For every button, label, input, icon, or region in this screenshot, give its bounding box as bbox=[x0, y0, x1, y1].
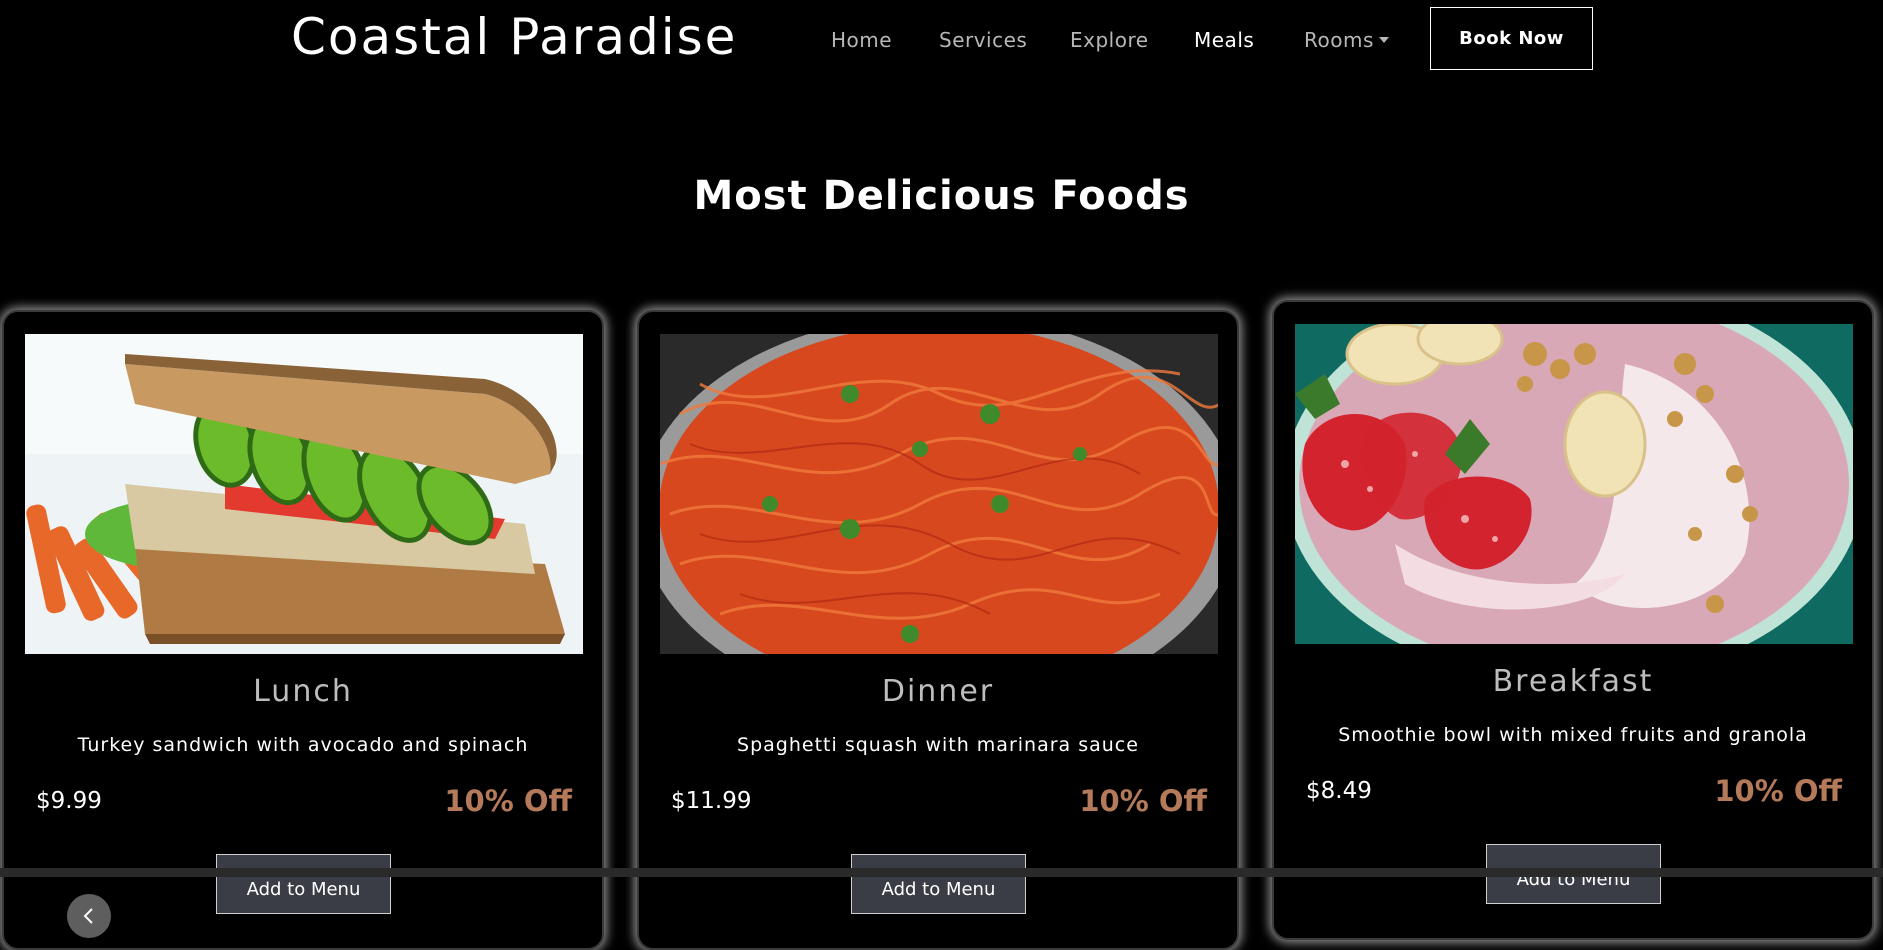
card-price: $8.49 bbox=[1306, 778, 1372, 804]
card-description: Spaghetti squash with marinara sauce bbox=[737, 734, 1139, 756]
smoothie-bowl-image bbox=[1295, 324, 1853, 644]
page-bottom-strip bbox=[0, 868, 1883, 877]
discount-badge: 10% Off bbox=[1714, 774, 1842, 808]
nav-meals[interactable]: Meals bbox=[1194, 28, 1254, 52]
card-title: Breakfast bbox=[1492, 664, 1654, 699]
brand-logo[interactable]: Coastal Paradise bbox=[291, 8, 737, 66]
meal-card-dinner: Dinner Spaghetti squash with marinara sa… bbox=[637, 310, 1239, 950]
add-to-menu-button[interactable]: Add to Menu bbox=[216, 854, 391, 914]
navbar: Coastal Paradise Home Services Explore M… bbox=[0, 0, 1883, 80]
card-description: Smoothie bowl with mixed fruits and gran… bbox=[1338, 724, 1808, 746]
nav-services[interactable]: Services bbox=[939, 28, 1027, 52]
sandwich-image bbox=[25, 334, 583, 654]
book-now-button[interactable]: Book Now bbox=[1430, 7, 1593, 70]
nav-explore[interactable]: Explore bbox=[1070, 28, 1149, 52]
carousel-prev-button[interactable] bbox=[67, 894, 111, 938]
nav-rooms-label: Rooms bbox=[1304, 28, 1374, 52]
section-title: Most Delicious Foods bbox=[693, 173, 1190, 219]
card-price: $11.99 bbox=[671, 788, 752, 814]
discount-badge: 10% Off bbox=[444, 784, 572, 818]
meal-card-breakfast: Breakfast Smoothie bowl with mixed fruit… bbox=[1272, 300, 1874, 940]
meal-card-lunch: Lunch Turkey sandwich with avocado and s… bbox=[2, 310, 604, 950]
spaghetti-image bbox=[660, 334, 1218, 654]
card-price: $9.99 bbox=[36, 788, 102, 814]
card-title: Dinner bbox=[881, 674, 995, 709]
caret-down-icon bbox=[1378, 37, 1389, 43]
nav-home[interactable]: Home bbox=[831, 28, 892, 52]
card-title: Lunch bbox=[253, 674, 353, 709]
card-description: Turkey sandwich with avocado and spinach bbox=[77, 734, 529, 756]
nav-rooms-dropdown[interactable]: Rooms bbox=[1304, 28, 1389, 52]
chevron-left-icon bbox=[83, 908, 93, 924]
discount-badge: 10% Off bbox=[1079, 784, 1207, 818]
add-to-menu-button[interactable]: Add to Menu bbox=[851, 854, 1026, 914]
